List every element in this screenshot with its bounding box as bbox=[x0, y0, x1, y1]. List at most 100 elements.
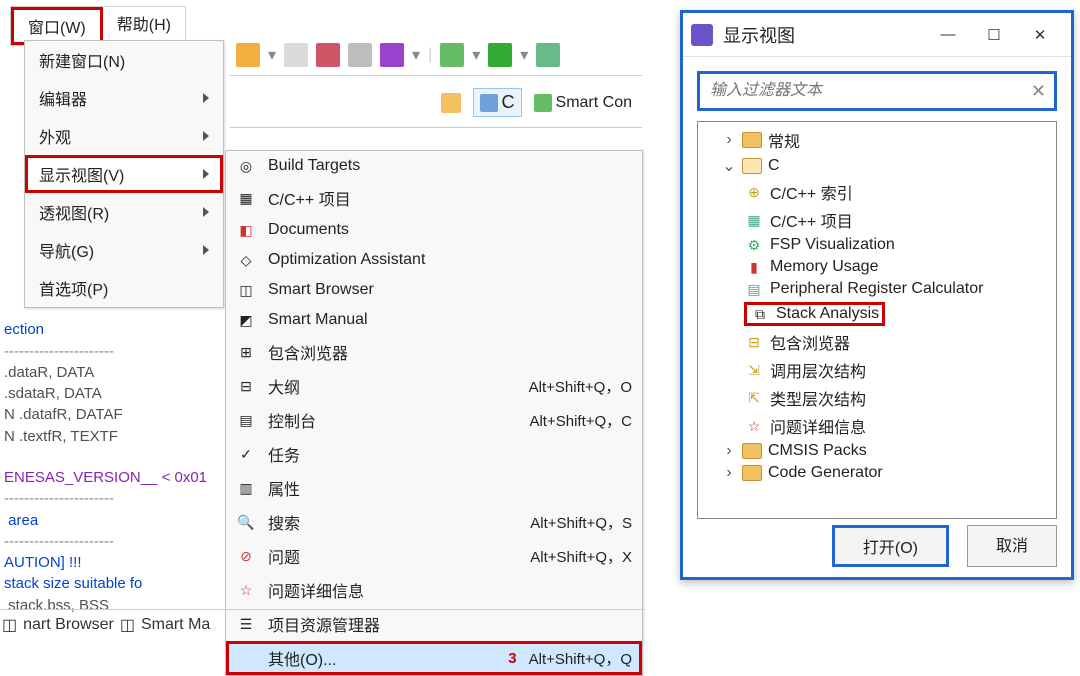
menu-perspective[interactable]: 透视图(R) bbox=[25, 193, 223, 231]
folder-icon bbox=[742, 465, 762, 481]
run-icon[interactable] bbox=[488, 43, 512, 67]
bug-icon[interactable] bbox=[440, 43, 464, 67]
label: 问题详细信息 bbox=[268, 578, 632, 602]
view-outline[interactable]: ⊟大纲Alt+Shift+Q，O bbox=[226, 369, 642, 403]
tab-smart-browser[interactable]: nart Browser bbox=[23, 616, 114, 634]
tree-item-problem-detail[interactable]: ☆问题详细信息 bbox=[704, 412, 1050, 440]
label: CMSIS Packs bbox=[768, 442, 867, 460]
calc-icon: ▤ bbox=[744, 280, 764, 298]
folder-icon bbox=[742, 132, 762, 148]
label: 透视图(R) bbox=[39, 200, 109, 224]
expand-icon[interactable]: › bbox=[722, 442, 736, 460]
tree-item-cmsis[interactable]: › CMSIS Packs bbox=[704, 440, 1050, 462]
book-icon: ◩ bbox=[236, 310, 256, 330]
shortcut: Alt+Shift+Q，S bbox=[530, 512, 632, 533]
tree-item-typeh[interactable]: ⇱ 类型层次结构 bbox=[704, 384, 1050, 412]
expand-icon[interactable]: › bbox=[722, 131, 736, 149]
label: 包含浏览器 bbox=[770, 330, 850, 354]
box-icon[interactable] bbox=[316, 43, 340, 67]
maximize-button[interactable]: ☐ bbox=[971, 13, 1017, 56]
tree-item-memory[interactable]: ▮Memory Usage bbox=[704, 256, 1050, 278]
tree-item-codegen[interactable]: › Code Generator bbox=[704, 462, 1050, 484]
tree-item-periph[interactable]: ▤ Peripheral Register Calculator bbox=[704, 278, 1050, 300]
view-smart-browser[interactable]: ◫Smart Browser bbox=[226, 275, 642, 305]
tools-icon[interactable] bbox=[536, 43, 560, 67]
cancel-button[interactable]: 取消 bbox=[967, 525, 1057, 567]
expand-icon[interactable]: › bbox=[722, 464, 736, 482]
tree-item-c[interactable]: ⌄C bbox=[704, 154, 1050, 178]
book-icon: ◫ bbox=[120, 615, 135, 635]
tree-item-c-project[interactable]: ▦C/C++ 项目 bbox=[704, 206, 1050, 234]
view-documents[interactable]: ◧Documents bbox=[226, 215, 642, 245]
label: Documents bbox=[268, 221, 632, 239]
menu-new-window[interactable]: 新建窗口(N) bbox=[25, 41, 223, 79]
view-smart-manual[interactable]: ◩Smart Manual bbox=[226, 305, 642, 335]
close-button[interactable]: ✕ bbox=[1017, 13, 1063, 56]
view-build-targets[interactable]: ◎Build Targets bbox=[226, 151, 642, 181]
tree-item-callh[interactable]: ⇲调用层次结构 bbox=[704, 356, 1050, 384]
open-button[interactable]: 打开(O) bbox=[832, 525, 949, 567]
view-tasks[interactable]: ✓任务 bbox=[226, 437, 642, 471]
binary-icon[interactable] bbox=[284, 43, 308, 67]
label: Build Targets bbox=[268, 157, 632, 175]
dialog-buttons: 打开(O) 取消 bbox=[832, 525, 1057, 567]
chevron-right-icon bbox=[203, 93, 209, 103]
menu-editor[interactable]: 编辑器 bbox=[25, 79, 223, 117]
opt-icon: ◇ bbox=[236, 250, 256, 270]
label: 编辑器 bbox=[39, 86, 87, 110]
label: 首选项(P) bbox=[39, 276, 108, 300]
label: Optimization Assistant bbox=[268, 251, 632, 269]
label: C/C++ 索引 bbox=[770, 180, 853, 204]
perspective-smart-configurator[interactable]: Smart Con bbox=[528, 91, 638, 115]
label: 类型层次结构 bbox=[770, 386, 866, 410]
view-other[interactable]: 其他(O)...3Alt+Shift+Q，Q bbox=[226, 641, 642, 675]
filter-field[interactable]: ✕ bbox=[697, 71, 1057, 111]
tab-smart-manual[interactable]: Smart Ma bbox=[141, 616, 210, 634]
perspective-c[interactable]: C bbox=[473, 88, 522, 117]
label: C bbox=[768, 157, 780, 175]
dialog-title: 显示视图 bbox=[723, 22, 925, 48]
label: Code Generator bbox=[768, 464, 883, 482]
view-optimization-assistant[interactable]: ◇ Optimization Assistant bbox=[226, 245, 642, 275]
shortcut: Alt+Shift+Q，C bbox=[529, 410, 632, 431]
minimize-button[interactable]: — bbox=[925, 13, 971, 56]
view-c-cpp-project[interactable]: ▦C/C++ 项目 bbox=[226, 181, 642, 215]
tree-item-stack[interactable]: ⧉Stack Analysis bbox=[704, 300, 1050, 328]
wand-icon[interactable] bbox=[348, 43, 372, 67]
c-perspective-label: C bbox=[502, 92, 515, 113]
collapse-icon[interactable]: ⌄ bbox=[722, 156, 736, 176]
menu-show-view[interactable]: 显示视图(V) bbox=[25, 155, 223, 193]
label: Peripheral Register Calculator bbox=[770, 280, 983, 298]
view-problem-details[interactable]: ☆问题详细信息 bbox=[226, 573, 642, 607]
tree-item-general[interactable]: ›常规 bbox=[704, 126, 1050, 154]
tasks-icon: ✓ bbox=[236, 444, 256, 464]
tree-item-c-index[interactable]: ⊕C/C++ 索引 bbox=[704, 178, 1050, 206]
gear-icon[interactable] bbox=[380, 43, 404, 67]
view-search[interactable]: 🔍搜索Alt+Shift+Q，S bbox=[226, 505, 642, 539]
show-view-submenu: ◎Build Targets ▦C/C++ 项目 ◧Documents ◇ Opt… bbox=[225, 150, 643, 676]
view-tree[interactable]: ›常规 ⌄C ⊕C/C++ 索引 ▦C/C++ 项目 ⚙FSP Visualiz… bbox=[697, 121, 1057, 519]
label: 问题 bbox=[268, 544, 518, 568]
problems-icon: ⊘ bbox=[236, 546, 256, 566]
hammer-icon[interactable] bbox=[236, 43, 260, 67]
tree-item-include[interactable]: ⊟包含浏览器 bbox=[704, 328, 1050, 356]
label: 包含浏览器 bbox=[268, 340, 632, 364]
menu-navigate[interactable]: 导航(G) bbox=[25, 231, 223, 269]
view-console[interactable]: ▤控制台Alt+Shift+Q，C bbox=[226, 403, 642, 437]
menu-appearance[interactable]: 外观 bbox=[25, 117, 223, 155]
clear-icon[interactable]: ✕ bbox=[1031, 81, 1046, 102]
label: 显示视图(V) bbox=[39, 162, 124, 186]
chevron-right-icon bbox=[203, 207, 209, 217]
dialog-icon bbox=[691, 24, 713, 46]
perspective-open[interactable] bbox=[435, 90, 467, 116]
memory-icon: ▮ bbox=[744, 258, 764, 276]
smartconf-label: Smart Con bbox=[556, 94, 632, 112]
view-include-browser[interactable]: ⊞包含浏览器 bbox=[226, 335, 642, 369]
editor-code: ection ---------------------- .dataR, DA… bbox=[4, 300, 229, 617]
filter-input[interactable] bbox=[708, 81, 1031, 101]
view-problems[interactable]: ⊘问题Alt+Shift+Q，X bbox=[226, 539, 642, 573]
tree-item-fsp[interactable]: ⚙FSP Visualization bbox=[704, 234, 1050, 256]
typeh-icon: ⇱ bbox=[744, 389, 764, 407]
view-properties[interactable]: ▥属性 bbox=[226, 471, 642, 505]
folder-open-icon bbox=[742, 158, 762, 174]
